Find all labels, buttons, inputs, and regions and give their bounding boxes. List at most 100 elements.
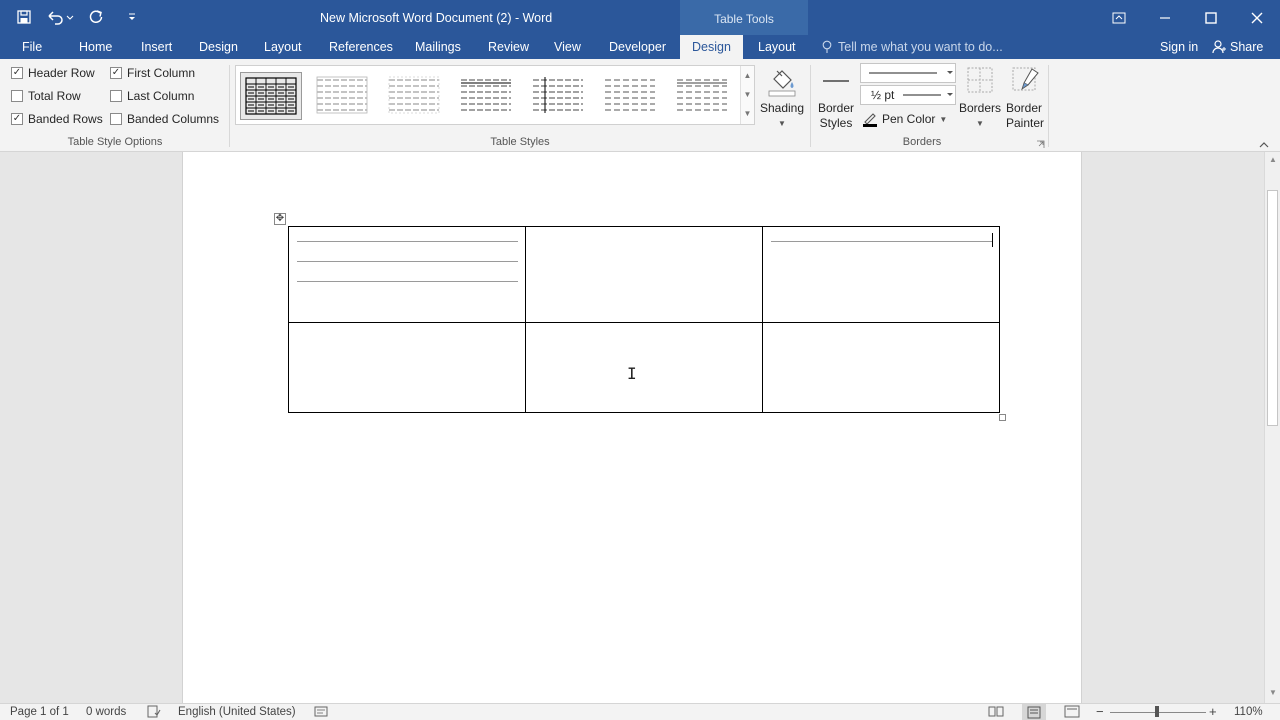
- context-group-label: Table Tools: [714, 12, 774, 26]
- tab-design[interactable]: Design: [191, 35, 246, 59]
- tab-table-layout[interactable]: Layout: [750, 35, 804, 59]
- vertical-scrollbar[interactable]: ▲ ▼: [1264, 152, 1280, 703]
- line-weight-value: ½ pt: [871, 88, 895, 102]
- table-cell[interactable]: [288, 226, 526, 323]
- brush-icon: [1012, 67, 1039, 91]
- title-bar: New Microsoft Word Document (2) - Word: [0, 0, 1280, 35]
- table-style-plain-3[interactable]: [456, 72, 518, 120]
- banded-rows-checkbox[interactable]: ✓ Banded Rows: [11, 112, 103, 126]
- group-separator: [1048, 65, 1049, 147]
- page-count[interactable]: Page 1 of 1: [10, 706, 69, 718]
- zoom-slider-thumb[interactable]: [1155, 706, 1159, 717]
- table-cell[interactable]: [762, 226, 1000, 323]
- first-column-checkbox[interactable]: ✓ First Column: [110, 66, 195, 80]
- line-style-dropdown[interactable]: [860, 63, 956, 83]
- gallery-more-icon[interactable]: ▼: [741, 104, 754, 123]
- document-page[interactable]: ✥ I: [182, 152, 1082, 703]
- table-cell[interactable]: [525, 226, 763, 323]
- redo-icon[interactable]: [82, 6, 110, 28]
- table-style-plain-2[interactable]: [384, 72, 446, 120]
- tab-home[interactable]: Home: [71, 35, 120, 59]
- quick-access-toolbar: [10, 6, 142, 28]
- line-style-preview-icon: [869, 71, 953, 74]
- sign-in-link[interactable]: Sign in: [1160, 35, 1198, 59]
- table-row: [288, 226, 1000, 323]
- tab-file[interactable]: File: [14, 35, 50, 59]
- pen-icon: [863, 113, 877, 127]
- ribbon: ✓ Header Row Total Row ✓ Banded Rows ✓ F…: [0, 59, 1280, 152]
- table-style-plain-5[interactable]: [600, 72, 662, 120]
- table-style-grid-selected[interactable]: [240, 72, 302, 120]
- ribbon-tabs: File Home Insert Design Layout Reference…: [0, 35, 1280, 59]
- checkbox-label: Last Column: [127, 89, 195, 103]
- borders-dialog-launcher-icon[interactable]: [1036, 138, 1045, 152]
- checkbox-label: Banded Rows: [28, 112, 103, 126]
- ribbon-display-options-icon[interactable]: [1096, 0, 1142, 35]
- tab-mailings[interactable]: Mailings: [407, 35, 469, 59]
- zoom-level[interactable]: 110%: [1234, 706, 1263, 718]
- group-label-borders: Borders: [902, 136, 942, 148]
- gallery-up-icon[interactable]: ▲: [741, 66, 754, 85]
- web-layout-icon[interactable]: [1064, 705, 1080, 720]
- checkbox-label: Banded Columns: [127, 112, 220, 126]
- border-painter-button[interactable]: Border Painter: [1002, 65, 1046, 131]
- tab-developer[interactable]: Developer: [601, 35, 674, 59]
- proofing-icon[interactable]: [147, 705, 161, 720]
- checkbox-box: [110, 113, 122, 125]
- macro-recording-icon[interactable]: [314, 705, 328, 720]
- document-table[interactable]: [288, 226, 1000, 413]
- pen-color-button[interactable]: Pen Color ▼: [862, 111, 947, 127]
- table-resize-handle[interactable]: [999, 414, 1006, 421]
- read-mode-icon[interactable]: [988, 705, 1004, 720]
- tell-me-placeholder: Tell me what you want to do...: [838, 40, 1003, 54]
- shading-button[interactable]: Shading ▼: [758, 65, 806, 131]
- chevron-down-icon: ▼: [976, 119, 984, 128]
- table-move-handle-icon[interactable]: ✥: [274, 213, 286, 225]
- checkbox-box: ✓: [110, 67, 122, 79]
- table-style-plain-1[interactable]: [312, 72, 374, 120]
- customize-qat-icon[interactable]: [122, 6, 142, 28]
- language[interactable]: English (United States): [178, 706, 296, 718]
- table-style-plain-4[interactable]: [528, 72, 590, 120]
- lightbulb-icon: [822, 40, 832, 53]
- border-styles-button[interactable]: Border Styles: [814, 67, 858, 131]
- tab-references[interactable]: References: [321, 35, 401, 59]
- table-style-plain-6[interactable]: [672, 72, 734, 120]
- word-count[interactable]: 0 words: [86, 706, 126, 718]
- borders-button[interactable]: Borders ▼: [958, 65, 1002, 131]
- chevron-down-icon: ▼: [778, 119, 786, 128]
- gallery-down-icon[interactable]: ▼: [741, 85, 754, 104]
- tab-layout[interactable]: Layout: [256, 35, 310, 59]
- scroll-down-icon[interactable]: ▼: [1265, 688, 1280, 697]
- table-cell[interactable]: [762, 322, 1000, 413]
- scroll-thumb[interactable]: [1267, 190, 1278, 426]
- table-styles-gallery: ▲ ▼ ▼: [235, 65, 755, 125]
- print-layout-icon[interactable]: [1022, 704, 1046, 720]
- minimize-icon[interactable]: [1142, 0, 1188, 35]
- group-separator: [229, 65, 230, 147]
- undo-icon[interactable]: [42, 6, 78, 28]
- header-row-checkbox[interactable]: ✓ Header Row: [11, 66, 95, 80]
- zoom-in-icon[interactable]: +: [1209, 704, 1217, 719]
- save-icon[interactable]: [10, 6, 38, 28]
- group-label-table-style-options: Table Style Options: [67, 136, 163, 148]
- close-icon[interactable]: [1234, 0, 1280, 35]
- tab-insert[interactable]: Insert: [133, 35, 180, 59]
- collapse-ribbon-icon[interactable]: [1259, 138, 1269, 152]
- table-cell[interactable]: [288, 322, 526, 413]
- tab-review[interactable]: Review: [480, 35, 537, 59]
- checkbox-label: Header Row: [28, 66, 95, 80]
- maximize-icon[interactable]: [1188, 0, 1234, 35]
- table-cell[interactable]: [525, 322, 763, 413]
- tab-view[interactable]: View: [546, 35, 589, 59]
- share-button[interactable]: Share: [1212, 35, 1263, 59]
- tab-table-design[interactable]: Design: [680, 35, 743, 59]
- line-weight-dropdown[interactable]: ½ pt: [860, 85, 956, 105]
- last-column-checkbox[interactable]: Last Column: [110, 89, 194, 103]
- zoom-out-icon[interactable]: −: [1096, 704, 1104, 719]
- scroll-up-icon[interactable]: ▲: [1265, 155, 1280, 164]
- banded-columns-checkbox[interactable]: Banded Columns: [110, 112, 219, 126]
- tell-me-search[interactable]: Tell me what you want to do...: [822, 35, 1003, 59]
- total-row-checkbox[interactable]: Total Row: [11, 89, 81, 103]
- border-style-line-icon: [823, 80, 849, 82]
